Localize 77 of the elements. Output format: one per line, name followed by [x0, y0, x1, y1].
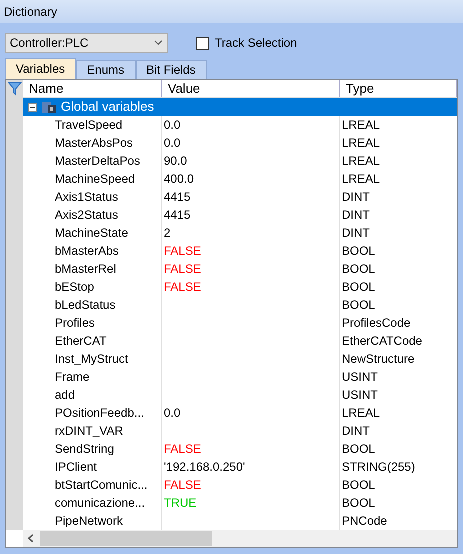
name-cell: MachineState [23, 224, 162, 242]
value-cell: 4415 [164, 208, 191, 222]
folder-icon [41, 100, 57, 114]
type-cell-text: BOOL [341, 243, 376, 260]
value-cell: FALSE [164, 478, 202, 492]
name-cell: Axis2Status [23, 206, 162, 224]
type-cell-text: BOOL [341, 261, 376, 278]
value-cell: 400.0 [164, 172, 194, 186]
name-cell: bMasterRel [23, 260, 162, 278]
name-cell: POsitionFeedb... [23, 404, 162, 422]
value-cell: 2 [164, 226, 171, 240]
value-cell: 0.0 [164, 406, 181, 420]
type-cell-text: STRING(255) [341, 459, 416, 476]
type-cell-text: DINT [341, 225, 371, 242]
name-cell: rxDINT_VAR [23, 422, 162, 440]
column-header[interactable]: Name [23, 80, 162, 97]
value-cell: FALSE [164, 280, 202, 294]
tab[interactable]: Enums [76, 60, 136, 79]
value-cell: FALSE [164, 442, 202, 456]
type-cell-text: DINT [341, 189, 371, 206]
type-cell-text: DINT [341, 207, 371, 224]
name-cell: MachineSpeed [23, 170, 162, 188]
type-cell-text: PNCode [341, 513, 388, 530]
name-cell: Inst_MyStruct [23, 350, 162, 368]
name-cell: TravelSpeed [23, 116, 162, 134]
value-cell: FALSE [164, 244, 202, 258]
type-cell-text: BOOL [341, 495, 376, 512]
type-cell-text: USINT [341, 387, 379, 404]
value-cell: 0.0 [164, 136, 181, 150]
horizontal-scrollbar[interactable] [23, 530, 457, 547]
group-row[interactable]: Global variables [23, 98, 457, 116]
name-cell: comunicazione... [23, 494, 162, 512]
value-cell: '192.168.0.250' [164, 460, 246, 474]
controller-dropdown[interactable]: Controller:PLC [5, 33, 168, 53]
name-cell: btStartComunic... [23, 476, 162, 494]
name-cell: MasterDeltaPos [23, 152, 162, 170]
type-cell-text: ProfilesCode [341, 315, 412, 332]
type-cell-text: LREAL [341, 117, 382, 134]
collapse-toggle[interactable] [28, 102, 37, 112]
scrollbar-thumb[interactable] [40, 531, 212, 546]
type-cell-text: USINT [341, 369, 379, 386]
chevron-down-icon [154, 40, 163, 46]
type-cell-text: LREAL [341, 171, 382, 188]
type-cell-text: BOOL [341, 477, 376, 494]
name-cell: bEStop [23, 278, 162, 296]
type-cell-text: NewStructure [341, 351, 416, 368]
type-cell-text: BOOL [341, 279, 376, 296]
name-cell: SendString [23, 440, 162, 458]
track-selection-checkbox[interactable]: Track Selection [196, 34, 298, 52]
name-cell: IPClient [23, 458, 162, 476]
type-cell-text: LREAL [341, 405, 382, 422]
name-cell: add [23, 386, 162, 404]
filter-icon[interactable] [8, 82, 22, 96]
name-cell: EtherCAT [23, 332, 162, 350]
name-cell: bMasterAbs [23, 242, 162, 260]
type-cell-text: LREAL [341, 153, 382, 170]
name-cell: Frame [23, 368, 162, 386]
type-cell-text: BOOL [341, 441, 376, 458]
name-cell: Profiles [23, 314, 162, 332]
value-cell: TRUE [164, 496, 197, 510]
tab[interactable]: Bit Fields [136, 60, 207, 79]
tab[interactable]: Variables [5, 58, 76, 79]
column-header[interactable]: Value [162, 80, 340, 97]
value-cell: 0.0 [164, 118, 181, 132]
type-cell-text: EtherCATCode [341, 333, 424, 350]
value-cell: FALSE [164, 262, 202, 276]
name-cell: MasterAbsPos [23, 134, 162, 152]
type-cell-text: DINT [341, 423, 371, 440]
window-title: Dictionary [4, 4, 58, 20]
column-header[interactable]: Type [340, 80, 457, 97]
type-cell-text: LREAL [341, 135, 382, 152]
name-cell: bLedStatus [23, 296, 162, 314]
value-cell: 90.0 [164, 154, 188, 168]
type-cell-text: BOOL [341, 297, 376, 314]
name-cell: Axis1Status [23, 188, 162, 206]
group-label: Global variables [61, 98, 154, 116]
value-cell: 4415 [164, 190, 191, 204]
